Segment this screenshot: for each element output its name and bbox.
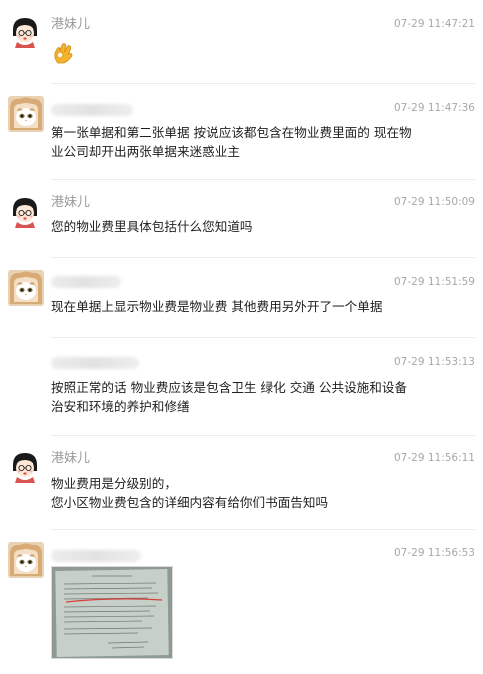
sender-name-blurred — [51, 357, 139, 369]
chat-message: 07-29 11:47:36 第一张单据和第二张单据 按说应该都包含在物业费里面… — [0, 84, 483, 181]
chat-message: 07-29 11:51:59 现在单据上显示物业费是物业费 其他费用另外开了一个… — [0, 258, 483, 338]
avatar-cartoon-girl[interactable] — [8, 194, 42, 228]
sender-name: 港妹儿 — [51, 451, 91, 466]
chat-message: 港妹儿 07-29 11:56:11 物业费用是分级别的， 您小区物业费包含的详… — [0, 436, 483, 532]
timestamp: 07-29 11:53:13 — [393, 356, 475, 368]
avatar-cartoon-girl[interactable] — [8, 449, 42, 483]
message-text: 物业费用是分级别的， 您小区物业费包含的详细内容有给你们书面告知吗 — [51, 476, 329, 510]
timestamp: 07-29 11:56:11 — [393, 452, 475, 464]
chat-message: 港妹儿 07-29 11:50:09 您的物业费里具体包括什么您知道吗 — [0, 180, 483, 258]
avatar-cat-bread[interactable] — [8, 96, 44, 132]
avatar-cat-bread[interactable] — [8, 270, 44, 306]
timestamp: 07-29 11:51:59 — [393, 276, 475, 288]
timestamp: 07-29 11:47:21 — [393, 18, 475, 30]
avatar-cartoon-girl[interactable] — [8, 14, 42, 48]
timestamp: 07-29 11:50:09 — [393, 196, 475, 208]
document-photo-attachment[interactable] — [51, 566, 173, 659]
sender-name-blurred — [51, 550, 141, 562]
timestamp: 07-29 11:47:36 — [393, 102, 475, 114]
ok-hand-emoji-icon — [51, 40, 77, 66]
chat-message: 港妹儿 07-29 11:47:21 — [0, 0, 483, 84]
timestamp: 07-29 11:56:53 — [393, 547, 475, 559]
sender-name: 港妹儿 — [51, 195, 91, 210]
message-text: 按照正常的话 物业费应该是包含卫生 绿化 交通 公共设施和设备 治安和环境的养护… — [51, 380, 408, 414]
chat-message: 07-29 11:53:13 按照正常的话 物业费应该是包含卫生 绿化 交通 公… — [0, 338, 483, 438]
sender-name-blurred — [51, 104, 133, 116]
sender-name: 港妹儿 — [51, 17, 91, 32]
avatar-cat-bread[interactable] — [8, 542, 44, 578]
sender-name-blurred — [51, 276, 121, 288]
message-text: 现在单据上显示物业费是物业费 其他费用另外开了一个单据 — [51, 299, 383, 314]
message-text: 第一张单据和第二张单据 按说应该都包含在物业费里面的 现在物 业公司却开出两张单… — [51, 125, 412, 159]
message-text: 您的物业费里具体包括什么您知道吗 — [51, 219, 253, 234]
chat-message: 07-29 11:56:53 — [0, 530, 483, 674]
